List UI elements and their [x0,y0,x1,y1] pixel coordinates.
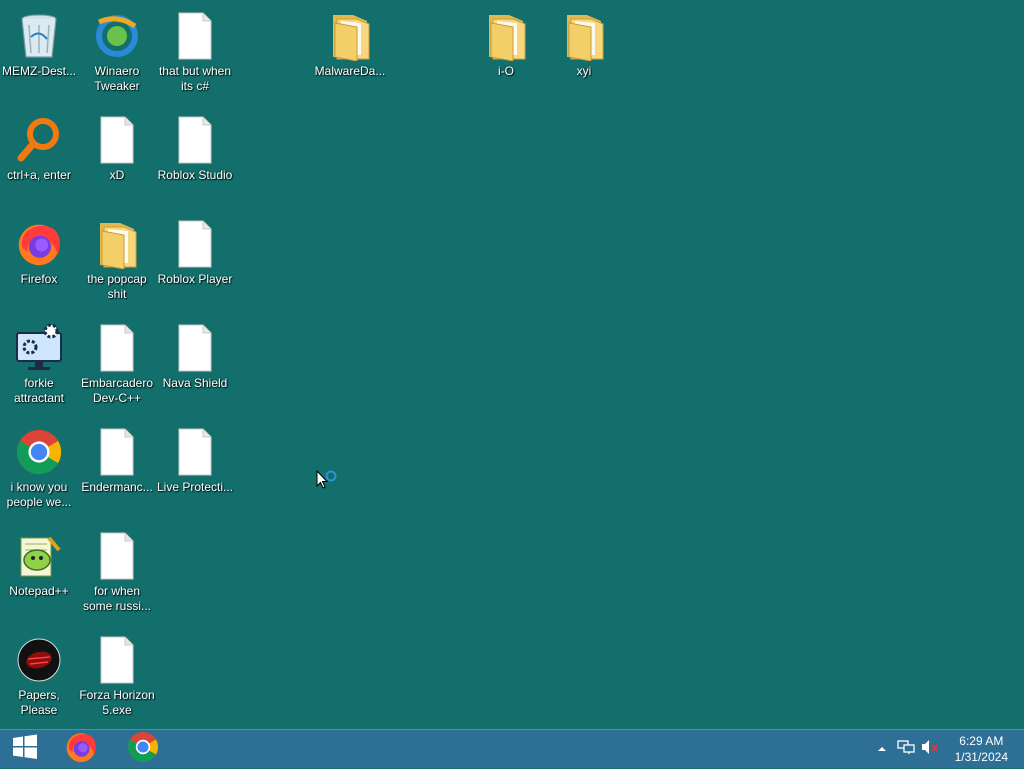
folder-icon [91,218,143,270]
magnifier-icon [13,114,65,166]
blank-file-icon [91,530,143,582]
desktop-icon-label: Papers, Please [18,688,60,717]
recycle-bin-icon [13,10,65,62]
monitor-gear-icon [13,322,65,374]
taskbar-clock[interactable]: 6:29 AM 1/31/2024 [955,733,1008,765]
clock-date: 1/31/2024 [954,750,1008,764]
taskbar-chrome-button[interactable] [118,730,168,768]
folder-icon [324,10,376,62]
desktop-icon-label: i-O [498,64,514,78]
desktop-icon-label: Roblox Player [157,272,233,286]
blank-file-icon [91,322,143,374]
start-button[interactable] [0,730,50,768]
desktop-icon-label: forkie attractant [13,376,65,405]
windows-start-icon [11,733,39,766]
desktop-icon-i-o[interactable]: i-O [467,6,545,106]
folder-icon [558,10,610,62]
desktop-icon-label: Winaero Tweaker [94,64,140,93]
volume-button[interactable] [920,739,940,759]
firefox-icon [64,730,98,769]
desktop-icon-notepadpp[interactable]: Notepad++ [0,526,78,626]
desktop-icon-label: the popcap shit [87,272,147,301]
desktop-icon-label: MalwareDa... [314,64,386,78]
desktop-icon-winaero-tweaker[interactable]: Winaero Tweaker [78,6,156,106]
desktop-icon-chrome-desktop[interactable]: i know you people we... [0,422,78,522]
network-status-button[interactable] [896,739,916,759]
busy-cursor [316,469,340,497]
desktop-icon-label: MEMZ-Dest... [2,64,76,78]
desktop-icon-label: ctrl+a, enter [7,168,71,182]
firefox-icon [13,218,65,270]
desktop-icon-endermanc[interactable]: Endermanc... [78,422,156,522]
blank-file-icon [91,634,143,686]
notepadpp-icon [13,530,65,582]
desktop-icon-label: xyi [576,64,592,78]
winaero-tweaker-icon [91,10,143,62]
desktop-icon-xyi[interactable]: xyi [545,6,623,106]
desktop-icon-recycle-bin[interactable]: MEMZ-Dest... [0,6,78,106]
desktop-icon-roblox-player[interactable]: Roblox Player [156,214,234,314]
desktop-icon-label: for when some russi... [82,584,151,613]
blank-file-icon [169,10,221,62]
cursor-arrow-icon [316,469,340,496]
blank-file-icon [169,322,221,374]
desktop-icon-forza[interactable]: Forza Horizon 5.exe [78,630,156,730]
desktop-icon-label: that but when its c# [158,64,232,93]
volume-muted-icon [921,739,939,760]
show-hidden-icons-button[interactable] [872,739,892,759]
desktop-icon-forkie[interactable]: forkie attractant [0,318,78,418]
desktop-icon-label: Endermanc... [81,480,153,494]
desktop-icon-firefox[interactable]: Firefox [0,214,78,314]
chevron-up-icon [877,740,887,758]
blank-file-icon [91,426,143,478]
papers-please-icon [13,634,65,686]
blank-file-icon [169,426,221,478]
folder-icon [480,10,532,62]
desktop-icon-label: Roblox Studio [157,168,233,182]
desktop-icon-label: Live Protecti... [156,480,234,494]
desktop-icon-label: i know you people we... [6,480,72,509]
desktop-icon-nava-shield[interactable]: Nava Shield [156,318,234,418]
desktop-icon-embarcadero[interactable]: Embarcadero Dev-C++ [78,318,156,418]
desktop-icon-label: Forza Horizon 5.exe [79,688,155,717]
desktop-icon-that-but-when[interactable]: that but when its c# [156,6,234,106]
desktop-icon-label: Embarcadero Dev-C++ [80,376,154,405]
taskbar: 6:29 AM 1/31/2024 [0,729,1024,768]
desktop-icon-label: xD [109,168,125,182]
chrome-icon [13,426,65,478]
desktop-icon-papers-please[interactable]: Papers, Please [0,630,78,730]
desktop-icon-live-protecti[interactable]: Live Protecti... [156,422,234,522]
desktop[interactable]: MEMZ-Dest... Winaero Tweaker that but when… [0,0,1024,729]
desktop-icon-ctrl-a-enter[interactable]: ctrl+a, enter [0,110,78,210]
desktop-icon-popcap[interactable]: the popcap shit [78,214,156,314]
network-icon [897,739,915,760]
desktop-icon-xd[interactable]: xD [78,110,156,210]
desktop-icon-label: Firefox [20,272,58,286]
desktop-icon-roblox-studio[interactable]: Roblox Studio [156,110,234,210]
desktop-icon-label: Notepad++ [9,584,69,598]
clock-time: 6:29 AM [959,734,1004,748]
blank-file-icon [169,218,221,270]
desktop-icon-for-when-some[interactable]: for when some russi... [78,526,156,626]
chrome-icon [126,730,160,769]
taskbar-firefox-button[interactable] [56,730,106,768]
desktop-icon-malwareda[interactable]: MalwareDa... [311,6,389,106]
desktop-icon-label: Nava Shield [162,376,228,390]
blank-file-icon [169,114,221,166]
blank-file-icon [91,114,143,166]
